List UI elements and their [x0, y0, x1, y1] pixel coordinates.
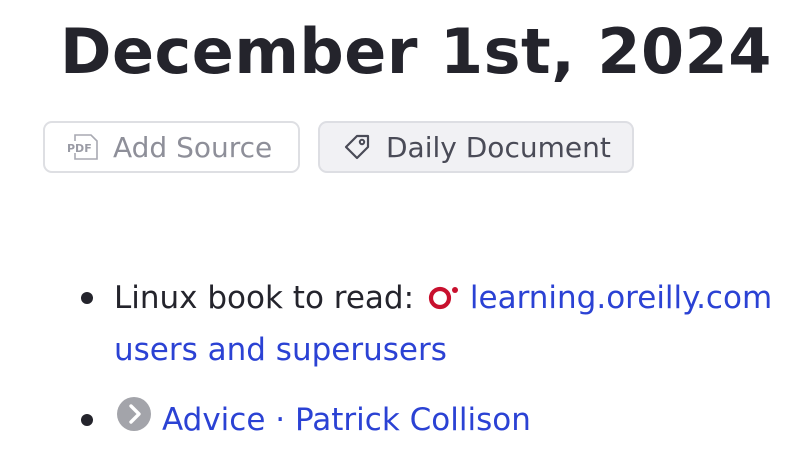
- svg-text:PDF: PDF: [67, 142, 92, 155]
- bullet-dot: [81, 414, 93, 426]
- daily-document-tag[interactable]: Daily Document: [318, 121, 634, 173]
- page-title: December 1st, 2024: [60, 15, 772, 88]
- chevron-right-circle-icon[interactable]: [116, 396, 152, 448]
- list-item-continuation: users and superusers: [114, 324, 447, 376]
- oreilly-link[interactable]: learning.oreilly.com: [470, 280, 772, 316]
- pdf-icon: PDF: [65, 133, 99, 161]
- daily-document-label: Daily Document: [386, 130, 611, 164]
- list-item: Linux book to read: learning.oreilly.com: [114, 272, 772, 326]
- list-item-text: Linux book to read:: [114, 280, 424, 316]
- bullet-dot: [81, 292, 93, 304]
- advice-link[interactable]: Advice · Patrick Collison: [162, 402, 531, 438]
- tag-icon: [342, 132, 372, 162]
- add-source-label: Add Source: [113, 130, 273, 164]
- daily-note-page: December 1st, 2024 PDF Add Source Daily …: [0, 0, 802, 468]
- oreilly-logo-icon: [428, 274, 460, 326]
- list-item: Advice · Patrick Collison: [116, 394, 531, 448]
- add-source-button[interactable]: PDF Add Source: [43, 121, 300, 173]
- oreilly-link-continued[interactable]: users and superusers: [114, 332, 447, 368]
